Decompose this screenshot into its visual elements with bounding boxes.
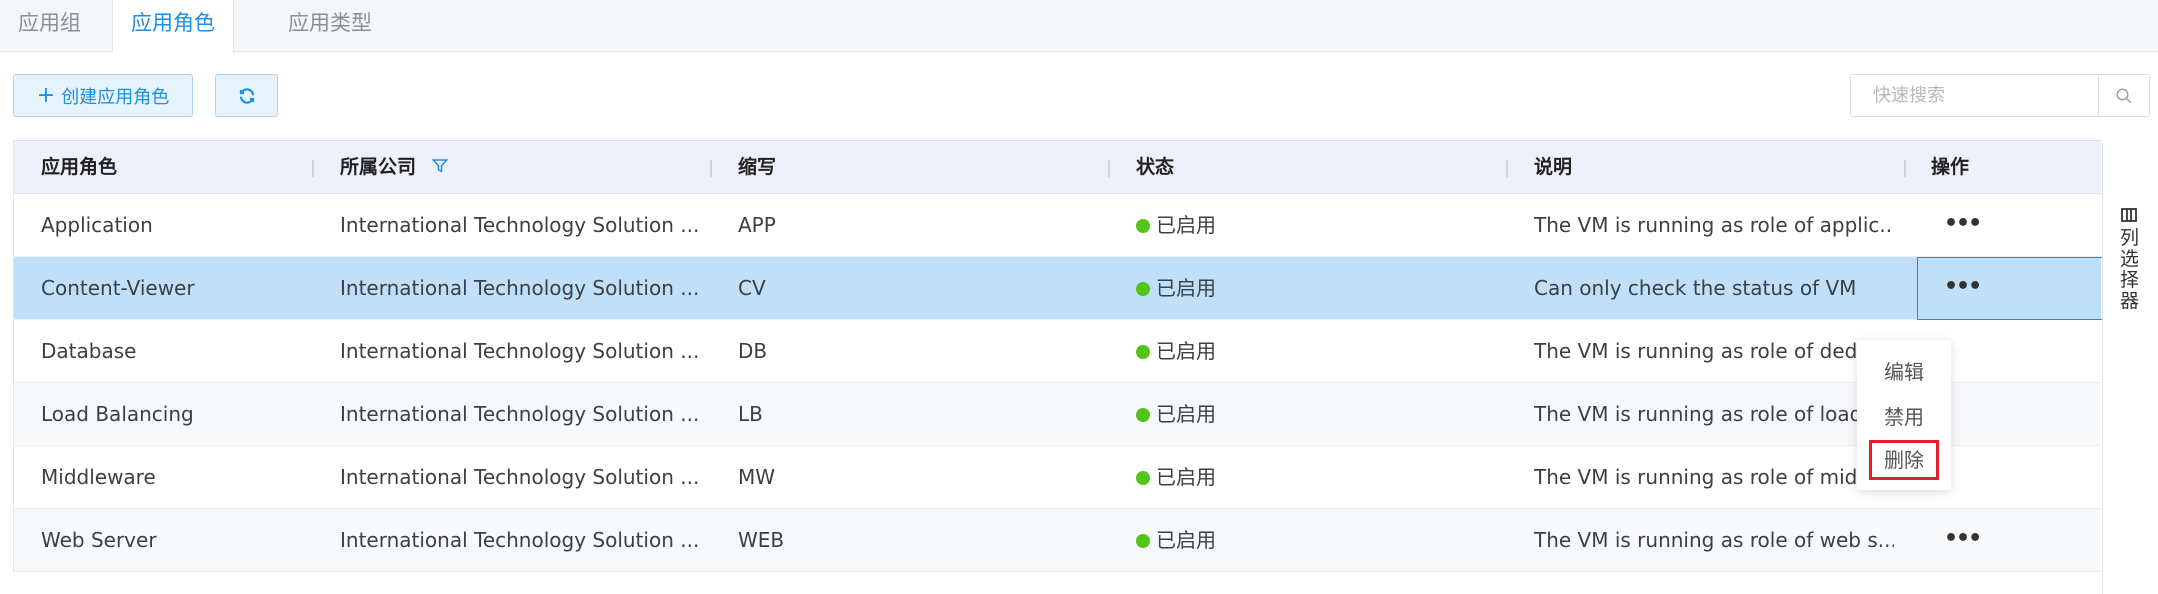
column-resizer[interactable]	[312, 160, 314, 177]
table-header: 应用角色 所属公司 缩写 状态 说明 操作	[14, 140, 2101, 194]
column-header-actions: 操作	[1931, 156, 1970, 178]
status-dot	[1136, 219, 1150, 233]
cell-description: The VM is running as role of applic...	[1534, 213, 1894, 237]
cell-status: 已启用	[1136, 446, 1496, 509]
status-text: 已启用	[1156, 276, 1216, 300]
cell-abbr: WEB	[738, 528, 785, 552]
column-resizer[interactable]	[1108, 160, 1110, 177]
status-text: 已启用	[1156, 528, 1216, 552]
cell-description: The VM is running as role of web s...	[1534, 528, 1894, 552]
cell-status: 已启用	[1136, 194, 1496, 257]
quick-search	[1850, 74, 2150, 117]
cell-role: Web Server	[41, 528, 157, 552]
status-dot	[1136, 471, 1150, 485]
search-button[interactable]	[2098, 75, 2149, 116]
cell-abbr: DB	[738, 339, 768, 363]
table-row[interactable]: Database International Technology Soluti…	[14, 320, 2101, 383]
cell-role: Application	[41, 213, 153, 237]
column-header-company-label: 所属公司	[340, 156, 417, 178]
status-text: 已启用	[1156, 339, 1216, 363]
status-dot	[1136, 282, 1150, 296]
tab-bar: 应用组 应用角色 应用类型	[0, 0, 2158, 53]
more-actions-icon[interactable]: •••	[1944, 257, 2004, 320]
column-resizer[interactable]	[1904, 160, 1906, 177]
tab-app-type[interactable]: 应用类型	[270, 0, 390, 52]
disable-menu-item[interactable]: 禁用	[1857, 397, 1951, 437]
more-actions-icon[interactable]: •••	[1944, 509, 2004, 572]
quick-search-input[interactable]	[1851, 75, 2098, 116]
refresh-button[interactable]	[215, 74, 278, 117]
tab-app-group[interactable]: 应用组	[0, 0, 99, 52]
column-selector-panel[interactable]: 列选择器	[2102, 140, 2158, 594]
create-app-role-button[interactable]: + 创建应用角色	[13, 74, 193, 117]
column-selector-label: 列选择器	[2120, 227, 2140, 312]
cell-description: The VM is running as role of load b	[1534, 402, 1874, 426]
cell-role: Middleware	[41, 465, 156, 489]
delete-menu-item[interactable]: 删除	[1869, 440, 1939, 480]
column-header-status[interactable]: 状态	[1136, 141, 1174, 195]
search-icon	[2116, 88, 2132, 103]
status-dot	[1136, 408, 1150, 422]
cell-role: Database	[41, 339, 137, 363]
cell-status: 已启用	[1136, 383, 1496, 446]
table-row[interactable]: Application International Technology Sol…	[14, 194, 2101, 257]
cell-company: International Technology Solution ...	[340, 465, 700, 489]
status-text: 已启用	[1156, 465, 1216, 489]
cell-company: International Technology Solution ...	[340, 402, 700, 426]
cell-status: 已启用	[1136, 320, 1496, 383]
cell-description: The VM is running as role of dedica	[1534, 339, 1874, 363]
row-actions-dropdown: 编辑 禁用 删除	[1857, 340, 1951, 490]
status-dot	[1136, 345, 1150, 359]
cell-company: International Technology Solution ...	[340, 213, 700, 237]
column-header-desc[interactable]: 说明	[1534, 141, 1572, 195]
table-row[interactable]: Middleware International Technology Solu…	[14, 446, 2101, 509]
column-resizer[interactable]	[1506, 160, 1508, 177]
column-header-abbr[interactable]: 缩写	[738, 141, 776, 195]
table-row[interactable]: Content-Viewer International Technology …	[14, 257, 2115, 320]
create-app-role-label: 创建应用角色	[61, 86, 170, 108]
cell-company: International Technology Solution ...	[340, 339, 700, 363]
cell-role: Load Balancing	[41, 402, 194, 426]
cell-abbr: CV	[738, 276, 766, 300]
table-row[interactable]: Load Balancing International Technology …	[14, 383, 2101, 446]
tab-app-role[interactable]: 应用角色	[112, 0, 234, 53]
filter-icon[interactable]	[431, 157, 449, 175]
status-text: 已启用	[1156, 213, 1216, 237]
plus-icon: +	[36, 82, 56, 108]
cell-company: International Technology Solution ...	[340, 528, 700, 552]
cell-status: 已启用	[1136, 257, 1496, 320]
cell-abbr: LB	[738, 402, 763, 426]
column-header-company[interactable]: 所属公司	[340, 141, 449, 195]
cell-status: 已启用	[1136, 509, 1496, 572]
cell-description: The VM is running as role of middl...	[1534, 465, 1874, 489]
cell-abbr: MW	[738, 465, 776, 489]
edit-menu-item[interactable]: 编辑	[1857, 352, 1951, 392]
column-resizer[interactable]	[710, 160, 712, 177]
refresh-icon	[239, 87, 254, 104]
columns-icon	[2121, 208, 2137, 222]
cell-abbr: APP	[738, 213, 776, 237]
status-dot	[1136, 534, 1150, 548]
column-header-role[interactable]: 应用角色	[41, 141, 117, 195]
status-text: 已启用	[1156, 402, 1216, 426]
more-actions-icon[interactable]: •••	[1944, 194, 2004, 257]
app-role-table: 应用角色 所属公司 缩写 状态 说明 操作 Application Intern…	[13, 140, 2115, 572]
cell-company: International Technology Solution ...	[340, 276, 700, 300]
table-row[interactable]: Web Server International Technology Solu…	[14, 509, 2101, 572]
cell-description: Can only check the status of VM	[1534, 276, 1857, 300]
cell-role: Content-Viewer	[41, 276, 195, 300]
